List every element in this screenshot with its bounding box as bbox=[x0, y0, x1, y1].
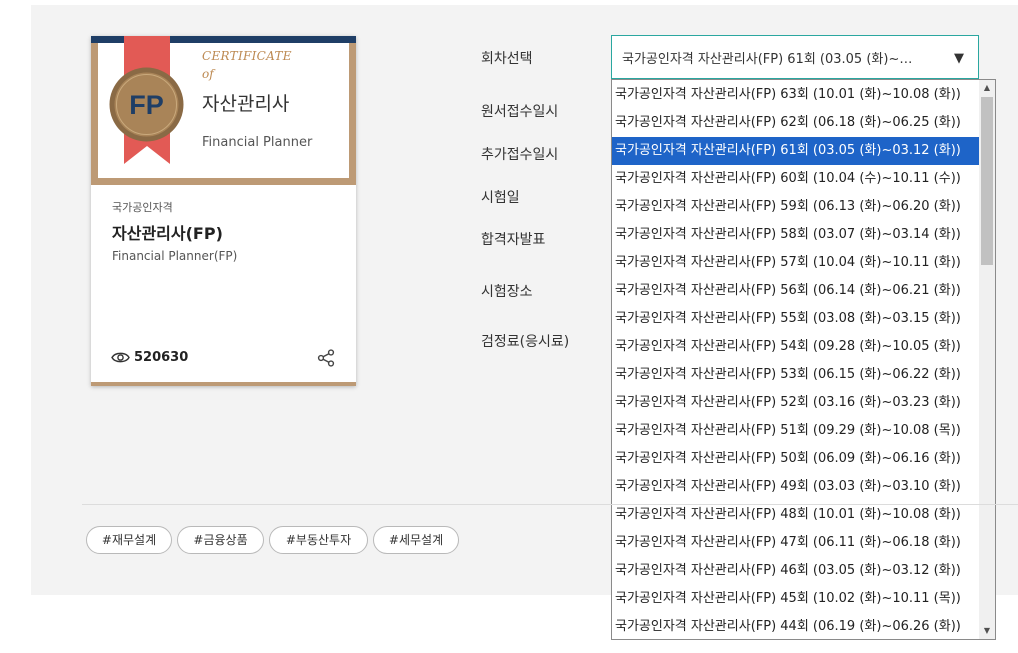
round-option[interactable]: 국가공인자격 자산관리사(FP) 52회 (03.16 (화)~03.23 (화… bbox=[612, 389, 979, 417]
round-options-list[interactable]: 국가공인자격 자산관리사(FP) 63회 (10.01 (화)~10.08 (화… bbox=[611, 79, 996, 640]
round-option[interactable]: 국가공인자격 자산관리사(FP) 59회 (06.13 (화)~06.20 (화… bbox=[612, 193, 979, 221]
eye-icon bbox=[111, 352, 130, 363]
tag-financial-planning[interactable]: #재무설계 bbox=[86, 526, 172, 554]
round-option[interactable]: 국가공인자격 자산관리사(FP) 50회 (06.09 (화)~06.16 (화… bbox=[612, 445, 979, 473]
round-option[interactable]: 국가공인자격 자산관리사(FP) 48회 (10.01 (화)~10.08 (화… bbox=[612, 501, 979, 529]
certificate-image: FP CERTIFICATE of 자산관리사 Financial Planne… bbox=[91, 36, 356, 185]
label-exam-fee: 검정료(응시료) bbox=[481, 334, 570, 350]
card-title: 자산관리사(FP) bbox=[112, 224, 223, 243]
tag-real-estate-investment[interactable]: #부동산투자 bbox=[269, 526, 368, 554]
certificate-of-word: of bbox=[202, 67, 214, 81]
caret-down-icon: ▼ bbox=[954, 51, 964, 66]
round-option[interactable]: 국가공인자격 자산관리사(FP) 55회 (03.08 (화)~03.15 (화… bbox=[612, 305, 979, 333]
round-select[interactable]: 국가공인자격 자산관리사(FP) 61회 (03.05 (화)~… ▼ bbox=[611, 35, 979, 79]
round-option[interactable]: 국가공인자격 자산관리사(FP) 49회 (03.03 (화)~03.10 (화… bbox=[612, 473, 979, 501]
scroll-down-icon[interactable]: ▼ bbox=[979, 624, 995, 638]
tag-financial-products[interactable]: #금융상품 bbox=[177, 526, 264, 554]
round-select-value: 국가공인자격 자산관리사(FP) 61회 (03.05 (화)~… bbox=[622, 51, 913, 67]
label-round: 회차선택 bbox=[481, 51, 533, 67]
round-option[interactable]: 국가공인자격 자산관리사(FP) 56회 (06.14 (화)~06.21 (화… bbox=[612, 277, 979, 305]
share-icon[interactable] bbox=[317, 349, 335, 367]
seal-text: FP bbox=[129, 90, 164, 120]
round-option-selected[interactable]: 국가공인자격 자산관리사(FP) 61회 (03.05 (화)~03.12 (화… bbox=[612, 137, 979, 165]
card-category: 국가공인자격 bbox=[112, 201, 173, 214]
certificate-card[interactable]: FP CERTIFICATE of 자산관리사 Financial Planne… bbox=[91, 36, 356, 386]
certificate-word: CERTIFICATE bbox=[202, 49, 292, 63]
label-exam-date: 시험일 bbox=[481, 190, 520, 206]
round-option[interactable]: 국가공인자격 자산관리사(FP) 54회 (09.28 (화)~10.05 (화… bbox=[612, 333, 979, 361]
label-additional-application: 추가접수일시 bbox=[481, 147, 559, 163]
round-option[interactable]: 국가공인자격 자산관리사(FP) 62회 (06.18 (화)~06.25 (화… bbox=[612, 109, 979, 137]
dropdown-scrollbar[interactable]: ▲ ▼ bbox=[979, 80, 995, 639]
round-option[interactable]: 국가공인자격 자산관리사(FP) 46회 (03.05 (화)~03.12 (화… bbox=[612, 557, 979, 585]
scroll-up-icon[interactable]: ▲ bbox=[979, 81, 995, 95]
view-count: 520630 bbox=[111, 350, 188, 365]
round-option[interactable]: 국가공인자격 자산관리사(FP) 51회 (09.29 (화)~10.08 (목… bbox=[612, 417, 979, 445]
label-result-announcement: 합격자발표 bbox=[481, 232, 546, 248]
certificate-title: 자산관리사 bbox=[202, 93, 290, 115]
tag-tax-planning[interactable]: #세무설계 bbox=[373, 526, 459, 554]
round-option[interactable]: 국가공인자격 자산관리사(FP) 63회 (10.01 (화)~10.08 (화… bbox=[612, 81, 979, 109]
seal-icon: FP bbox=[109, 67, 184, 142]
card-subtitle: Financial Planner(FP) bbox=[112, 249, 238, 263]
scrollbar-thumb[interactable] bbox=[981, 97, 993, 265]
round-option[interactable]: 국가공인자격 자산관리사(FP) 47회 (06.11 (화)~06.18 (화… bbox=[612, 529, 979, 557]
view-count-value: 520630 bbox=[134, 350, 189, 365]
round-option[interactable]: 국가공인자격 자산관리사(FP) 57회 (10.04 (화)~10.11 (화… bbox=[612, 249, 979, 277]
round-option[interactable]: 국가공인자격 자산관리사(FP) 58회 (03.07 (화)~03.14 (화… bbox=[612, 221, 979, 249]
round-option[interactable]: 국가공인자격 자산관리사(FP) 45회 (10.02 (화)~10.11 (목… bbox=[612, 585, 979, 613]
label-application-period: 원서접수일시 bbox=[481, 104, 559, 120]
label-exam-location: 시험장소 bbox=[481, 284, 533, 300]
round-option[interactable]: 국가공인자격 자산관리사(FP) 44회 (06.19 (화)~06.26 (화… bbox=[612, 613, 979, 639]
certificate-subtitle: Financial Planner bbox=[202, 135, 313, 150]
section-divider bbox=[82, 504, 1018, 505]
round-option[interactable]: 국가공인자격 자산관리사(FP) 60회 (10.04 (수)~10.11 (수… bbox=[612, 165, 979, 193]
round-option[interactable]: 국가공인자격 자산관리사(FP) 53회 (06.15 (화)~06.22 (화… bbox=[612, 361, 979, 389]
